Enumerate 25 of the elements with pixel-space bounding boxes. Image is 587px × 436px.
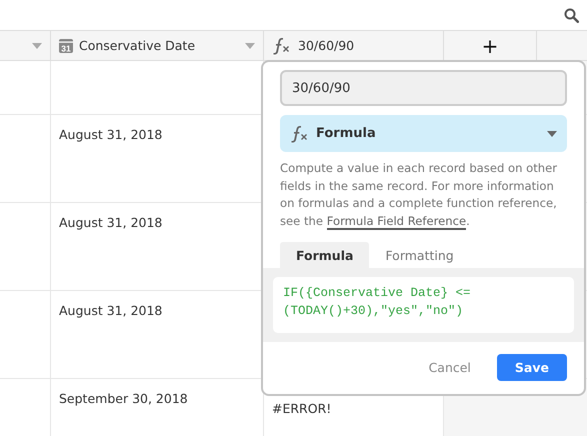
column-title: 30/60/90 xyxy=(298,38,356,53)
table-cell[interactable] xyxy=(0,61,51,115)
formula-icon xyxy=(290,124,310,142)
column-header[interactable]: 30/60/90 xyxy=(264,30,444,61)
table-cell[interactable] xyxy=(0,291,51,379)
field-name-input[interactable]: 30/60/90 xyxy=(280,70,567,106)
dropdown-caret-icon[interactable] xyxy=(245,42,255,48)
column-header[interactable] xyxy=(0,30,51,61)
formula-icon xyxy=(272,36,292,54)
save-button[interactable]: Save xyxy=(496,354,567,381)
caret-icon xyxy=(547,130,557,136)
cancel-button[interactable]: Cancel xyxy=(414,354,485,381)
search-icon[interactable] xyxy=(564,8,579,22)
tab[interactable]: Formatting xyxy=(369,242,470,268)
calendar-icon: 31 xyxy=(59,38,73,52)
reference-link[interactable]: Formula Field Reference xyxy=(326,214,466,230)
table-cell[interactable] xyxy=(0,115,51,203)
add-column-button[interactable]: + xyxy=(444,30,537,61)
tab[interactable]: Formula xyxy=(280,242,370,268)
field-type-dropdown[interactable]: Formula xyxy=(280,115,567,152)
table-cell[interactable] xyxy=(0,203,51,291)
column-header[interactable]: 31 Conservative Date xyxy=(51,30,264,61)
field-description: Compute a value in each record based on other fields in the same record. For more information on formulas and a complete function reference, see the Formula Field Reference. xyxy=(280,160,558,230)
column-title: Conservative Date xyxy=(79,38,196,53)
dropdown-caret-icon[interactable] xyxy=(32,42,42,48)
